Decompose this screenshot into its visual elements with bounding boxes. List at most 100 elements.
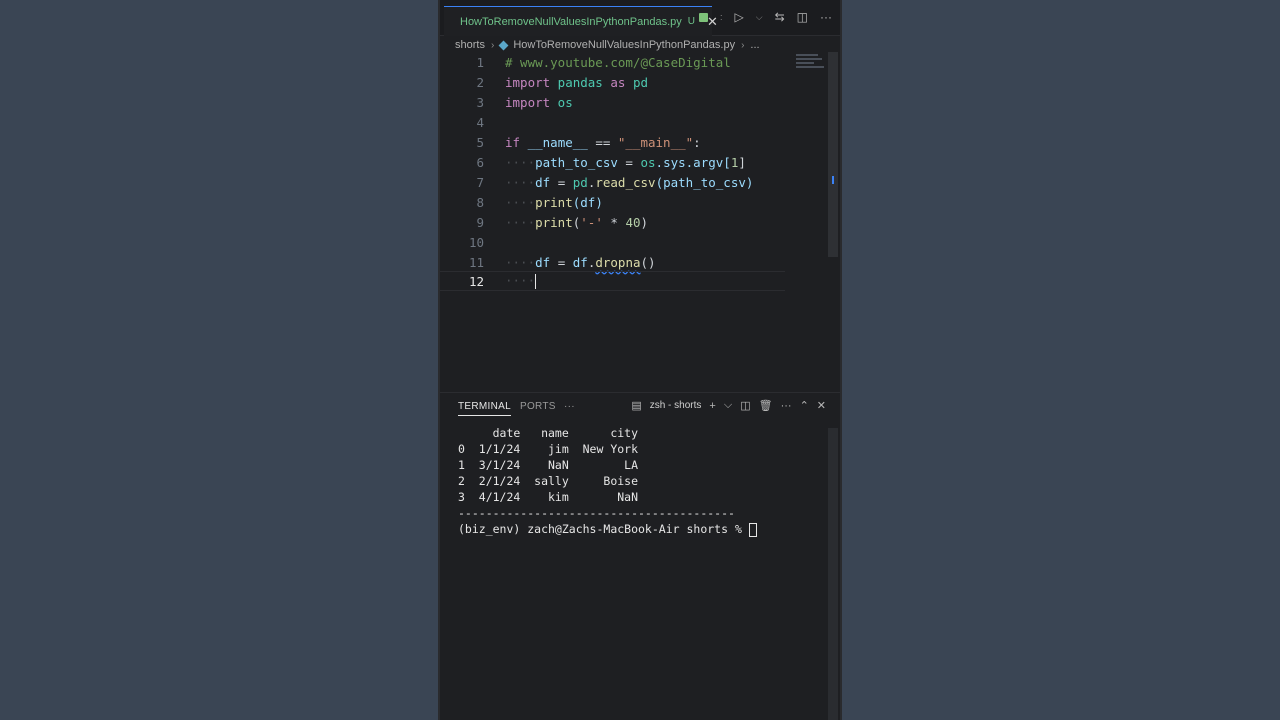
function-name: dropna — [595, 254, 641, 270]
function-name: print — [535, 214, 573, 230]
tab-ports[interactable]: PORTS — [520, 401, 556, 412]
scroll-marker — [832, 176, 838, 184]
module-name: os — [550, 94, 573, 110]
punctuation: ] — [738, 154, 746, 170]
code-line: 10 — [440, 232, 830, 252]
line-number: 7 — [476, 174, 484, 190]
panel-actions: ▤ zsh - shorts + ⌵ ◫ 🗑 ··· ⌃ ✕ — [631, 399, 826, 412]
tab-terminal[interactable]: TERMINAL — [458, 401, 511, 416]
editor-actions: : ▷ ⌵ ⇆ ◫ ··· — [699, 10, 832, 24]
tab-bar: HowToRemoveNullValuesInPythonPandas.py U… — [440, 0, 840, 36]
code-line: 4 — [440, 112, 830, 132]
terminal-table-row: 0 1/1/24 jim New York — [458, 442, 639, 456]
punctuation: () — [640, 254, 656, 270]
variable: df — [572, 254, 588, 270]
editor-scrollbar[interactable] — [828, 52, 838, 257]
split-editor-icon[interactable]: ◫ — [797, 10, 808, 24]
line-number: 5 — [476, 134, 484, 150]
panel-more-icon[interactable]: ··· — [564, 401, 575, 412]
terminal-table-header: date name city — [458, 426, 639, 440]
code-text: import os — [505, 95, 573, 110]
terminal-table-row: 1 3/1/24 NaN LA — [458, 458, 639, 472]
code-line: 5 if __name__ == "__main__": — [440, 132, 830, 152]
split-terminal-icon[interactable]: ◫ — [740, 399, 750, 412]
separator-dot: : — [720, 12, 723, 22]
text-cursor — [535, 274, 537, 289]
trash-icon[interactable]: 🗑 — [759, 399, 773, 412]
grid-icon[interactable] — [699, 12, 709, 22]
operator: = — [550, 174, 573, 190]
terminal-prompt: (biz_env) zach@Zachs-MacBook-Air shorts … — [458, 522, 749, 536]
run-options-chevron-icon[interactable]: ⌵ — [756, 12, 763, 23]
terminal-prompt-line: (biz_env) zach@Zachs-MacBook-Air shorts … — [458, 521, 757, 537]
code-line-active: 12 ···· — [440, 271, 785, 291]
terminal-divider: ---------------------------------------- — [458, 506, 735, 520]
keyword: if — [505, 134, 521, 150]
tab-python-file[interactable]: HowToRemoveNullValuesInPythonPandas.py U… — [444, 6, 718, 36]
run-icon[interactable]: ▷ — [735, 10, 744, 24]
code-line: 9 ····print('-' * 40) — [440, 212, 830, 232]
more-actions-icon[interactable]: ··· — [820, 10, 832, 24]
function-name: print — [535, 194, 573, 210]
code-editor[interactable]: 1 # www.youtube.com/@CaseDigital 2 impor… — [440, 54, 840, 390]
code-line: 3 import os — [440, 92, 830, 112]
terminal-scrollbar[interactable] — [828, 428, 838, 720]
breadcrumb-more[interactable]: ... — [750, 39, 759, 51]
python-file-icon — [451, 18, 457, 25]
code-text: ····path_to_csv = os.sys.argv[1] — [505, 155, 746, 170]
line-number: 9 — [476, 214, 484, 230]
code-text: ···· — [505, 273, 537, 289]
code-line: 6 ····path_to_csv = os.sys.argv[1] — [440, 152, 830, 172]
string: '-' — [580, 214, 603, 230]
line-number: 1 — [476, 54, 484, 70]
operator: = — [617, 154, 641, 170]
code-text: ····df = pd.read_csv(path_to_csv) — [505, 175, 753, 190]
python-file-icon — [498, 40, 509, 50]
variable: path_to_csv — [535, 154, 618, 170]
line-number: 2 — [476, 74, 484, 90]
code-line: 11 ····df = df.dropna() — [440, 252, 830, 272]
indent-guide: ···· — [505, 194, 536, 210]
operator: == — [595, 134, 618, 150]
comment: # www.youtube.com/@CaseDigital — [505, 54, 731, 70]
minimap-line — [796, 58, 822, 60]
line-number: 3 — [476, 94, 484, 110]
keyword: import — [505, 94, 551, 110]
maximize-panel-icon[interactable]: ⌃ — [800, 399, 809, 412]
variable: df — [535, 254, 551, 270]
chevron-down-icon[interactable]: ⌵ — [724, 399, 732, 412]
code-text: ····df = df.dropna() — [505, 255, 656, 270]
indent-guide: ···· — [505, 214, 536, 230]
code-text: # www.youtube.com/@CaseDigital — [505, 55, 731, 70]
breadcrumb-folder[interactable]: shorts — [455, 39, 485, 51]
tab-untracked-status: U — [687, 16, 695, 27]
terminal-selector[interactable]: zsh - shorts — [650, 400, 702, 411]
code-text: ····print('-' * 40) — [505, 215, 648, 230]
code-text: if __name__ == "__main__": — [505, 135, 701, 150]
terminal-icon: ▤ — [631, 400, 642, 412]
breadcrumb-file[interactable]: HowToRemoveNullValuesInPythonPandas.py — [513, 39, 735, 51]
line-number: 11 — [468, 254, 484, 270]
indent-guide: ···· — [505, 254, 536, 270]
line-number: 8 — [476, 194, 484, 210]
minimap[interactable] — [796, 54, 826, 76]
attribute: .sys.argv[ — [655, 154, 731, 170]
variable: df — [535, 174, 551, 190]
chevron-right-icon: › — [490, 39, 495, 51]
add-terminal-icon[interactable]: + — [709, 400, 715, 412]
line-number: 6 — [476, 154, 484, 170]
operator: = — [550, 254, 573, 270]
terminal-output[interactable]: date name city 0 1/1/24 jim New York 1 3… — [440, 424, 830, 720]
module-name: pandas — [550, 74, 611, 90]
terminal-cursor — [748, 522, 757, 537]
minimap-line — [796, 66, 824, 68]
line-number: 4 — [476, 114, 484, 130]
more-actions-icon[interactable]: ··· — [781, 400, 792, 412]
line-number: 10 — [468, 234, 484, 250]
close-panel-icon[interactable]: ✕ — [817, 399, 826, 412]
compare-icon[interactable]: ⇆ — [775, 10, 785, 24]
window-edge-right — [840, 0, 842, 720]
terminal-table-row: 3 4/1/24 kim NaN — [458, 490, 639, 504]
chevron-right-icon: › — [741, 39, 745, 51]
editor-window: HowToRemoveNullValuesInPythonPandas.py U… — [440, 0, 840, 720]
